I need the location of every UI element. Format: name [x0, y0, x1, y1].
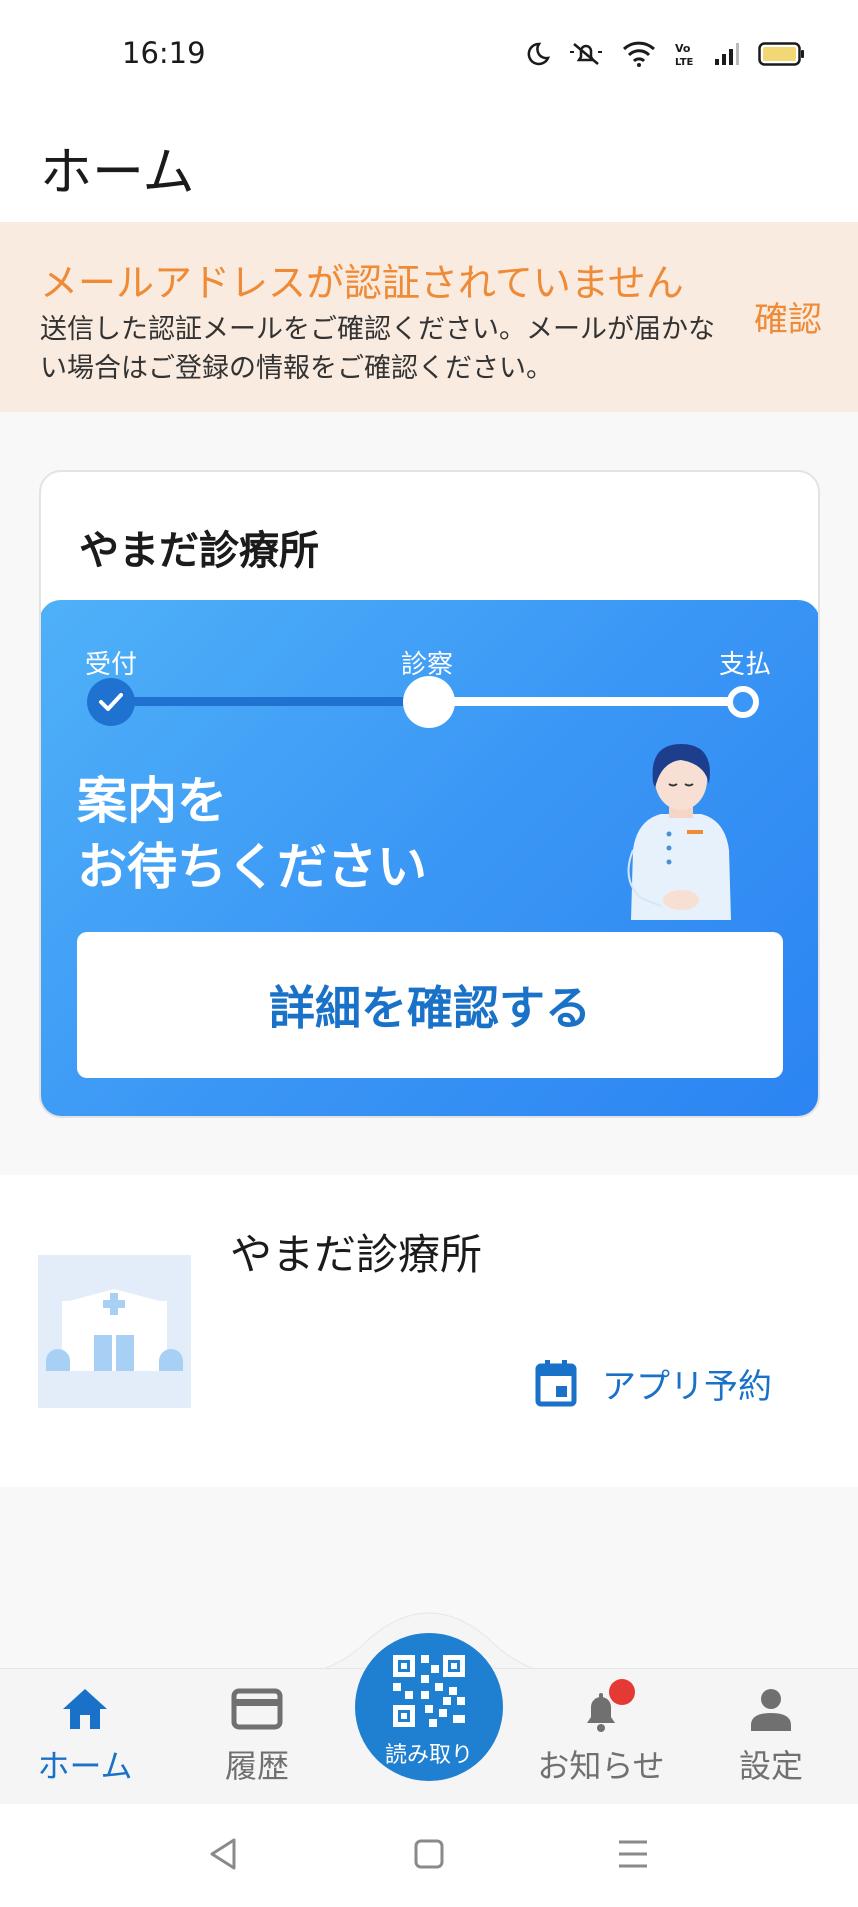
step-dot-payment: [727, 686, 759, 718]
app-reservation-label: アプリ予約: [602, 1366, 772, 1407]
app-reservation-button[interactable]: アプリ予約: [534, 1355, 772, 1411]
bell-icon-wrap: [577, 1679, 635, 1732]
moon-icon: [527, 42, 550, 66]
qr-code-icon: [393, 1655, 465, 1727]
nav-label-home: ホーム: [37, 1747, 133, 1785]
card-clinic-name: やまだ診療所: [79, 528, 319, 574]
clinic-list-item[interactable]: やまだ診療所 アプリ予約: [0, 1175, 858, 1487]
status-icons: Vo LTE: [524, 36, 806, 72]
page-title: ホーム: [40, 143, 195, 203]
card-icon: [231, 1688, 283, 1730]
home-square-icon[interactable]: [412, 1836, 446, 1872]
menu-icon[interactable]: [616, 1836, 650, 1872]
nav-item-history[interactable]: 履歴: [182, 1687, 332, 1797]
check-icon: [99, 693, 123, 711]
signal-icon: [715, 43, 739, 65]
alert-body: 送信した認証メールをご確認ください。メールが届かない場合はご登録の情報をご確認く…: [40, 314, 715, 384]
calendar-icon: [535, 1360, 577, 1407]
wait-message-line1: 案内を: [77, 772, 227, 830]
nav-item-home[interactable]: ホーム: [10, 1687, 160, 1797]
nav-label-history: 履歴: [224, 1747, 289, 1785]
nav-item-notifications[interactable]: お知らせ: [526, 1679, 676, 1797]
battery-icon: [758, 42, 804, 66]
nav-item-settings[interactable]: 設定: [696, 1687, 846, 1797]
nav-label-settings: 設定: [738, 1747, 803, 1785]
view-details-button[interactable]: 詳細を確認する: [77, 932, 783, 1078]
clinic-thumbnail: [38, 1255, 191, 1408]
step-dot-reception: [87, 678, 135, 726]
status-bar: 16:19 Vo LTE: [0, 0, 858, 110]
status-time: 16:19: [122, 36, 206, 70]
alert-confirm-button[interactable]: 確認: [754, 292, 822, 341]
home-icon: [63, 1689, 107, 1729]
back-icon[interactable]: [206, 1836, 240, 1872]
wifi-icon: [622, 41, 656, 67]
visit-progress-panel: 受付 診察 支払 案内を お待ちください 詳細を確認する: [41, 600, 818, 1116]
hospital-icon: [46, 1289, 183, 1371]
step-label-payment: 支払: [719, 650, 772, 680]
notification-badge: [609, 1679, 635, 1705]
wait-message: 案内を お待ちください: [77, 768, 427, 900]
nav-label-notifications: お知らせ: [537, 1747, 665, 1785]
scan-label: 読み取り: [384, 1743, 473, 1768]
clinic-name: やまだ診療所: [230, 1230, 483, 1279]
alert-title: メールアドレスが認証されていません: [40, 261, 684, 305]
progress-line-complete: [111, 697, 429, 706]
scan-qr-button[interactable]: 読み取り: [355, 1633, 503, 1781]
step-label-reception: 受付: [85, 650, 138, 680]
svg-text:Vo: Vo: [675, 42, 691, 55]
nurse-illustration-icon: [627, 744, 731, 920]
progress-line-remaining: [429, 697, 747, 706]
step-dot-exam: [403, 676, 455, 728]
visit-status-card: やまだ診療所 受付 診察 支払 案内を お待ちください 詳細を確認する: [39, 470, 820, 1118]
wait-message-line2: お待ちください: [77, 838, 427, 896]
mute-bell-icon: [570, 43, 602, 65]
volte-icon: Vo LTE: [675, 42, 694, 68]
email-verification-banner: メールアドレスが認証されていません 送信した認証メールをご確認ください。メールが…: [0, 222, 858, 412]
app-bar: ホーム: [0, 110, 858, 222]
svg-text:LTE: LTE: [675, 57, 694, 68]
system-navigation-bar: [0, 1804, 858, 1907]
person-icon: [751, 1689, 791, 1731]
